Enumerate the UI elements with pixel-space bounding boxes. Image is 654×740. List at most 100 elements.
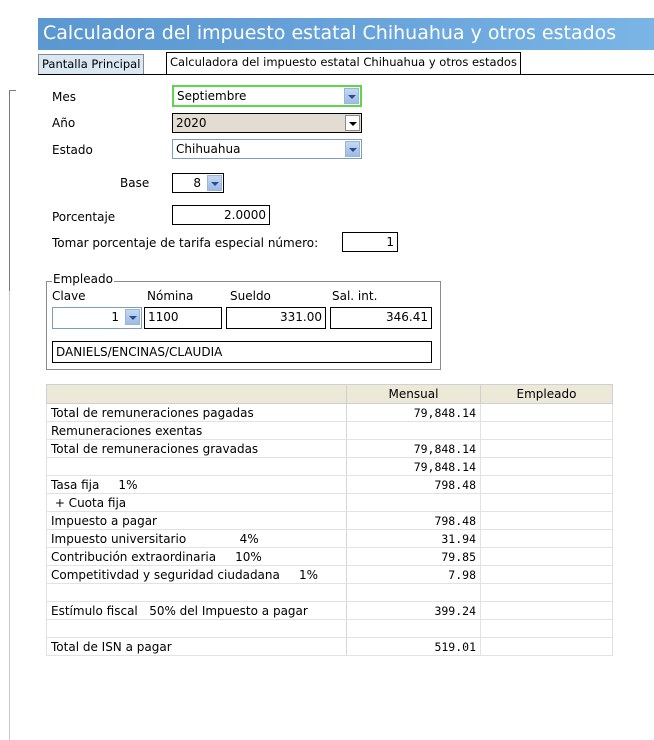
porcentaje-label: Porcentaje [52, 210, 116, 224]
grid-cell-concepto: Impuesto a pagar [46, 511, 347, 530]
porcentaje-input[interactable]: 2.0000 [172, 205, 270, 225]
table-row[interactable]: Impuesto a pagar 798.48 [46, 511, 613, 530]
grid-cell-concepto [46, 583, 347, 602]
tab-calculadora[interactable]: Calculadora del impuesto estatal Chihuah… [166, 52, 521, 74]
grid-cell-empleado [480, 457, 613, 476]
grid-cell-concepto [46, 457, 347, 476]
grid-cell-mensual: 79,848.14 [346, 403, 481, 422]
table-row[interactable]: Contribución extraordinaria 10% 79.85 [46, 547, 613, 566]
grid-cell-concepto: Competitivdad y seguridad ciudadana 1% [46, 565, 347, 584]
anio-value: 2020 [176, 116, 207, 130]
grid-cell-empleado [480, 529, 613, 548]
salint-label: Sal. int. [332, 289, 378, 303]
grid-cell-empleado [480, 475, 613, 494]
column-header-mensual: Mensual [346, 384, 481, 404]
tab-strip: Pantalla Principal Calculadora del impue… [38, 52, 654, 75]
grid-cell-mensual: 79.85 [346, 547, 481, 566]
table-row[interactable]: Total de remuneraciones gravadas 79,848.1… [46, 439, 613, 458]
table-row[interactable]: Estímulo fiscal 50% del Impuesto a pagar… [46, 601, 613, 620]
mes-dropdown[interactable]: Septiembre [172, 85, 362, 107]
tab-pantalla-principal[interactable]: Pantalla Principal [38, 54, 145, 74]
empleado-group-title: Empleado [52, 272, 114, 286]
sueldo-label: Sueldo [230, 289, 271, 303]
grid-cell-concepto [46, 619, 347, 638]
column-header-empleado: Empleado [480, 384, 613, 404]
grid-cell-mensual: 798.48 [346, 475, 481, 494]
grid-cell-concepto: Remuneraciones exentas [46, 421, 347, 440]
grid-cell-mensual: 79,848.14 [346, 457, 481, 476]
grid-cell-concepto: Tasa fija 1% [46, 475, 347, 494]
chevron-down-icon[interactable] [125, 309, 140, 325]
chevron-down-icon[interactable] [344, 88, 359, 104]
grid-cell-mensual [346, 421, 481, 440]
tarifa-input[interactable]: 1 [342, 232, 398, 252]
grid-cell-empleado [480, 619, 613, 638]
left-splitter [0, 0, 22, 740]
grid-cell-concepto: Total de remuneraciones gravadas [46, 439, 347, 458]
grid-cell-concepto: Contribución extraordinaria 10% [46, 547, 347, 566]
nomina-input[interactable]: 1100 [144, 307, 222, 329]
empleado-nombre: DANIELS/ENCINAS/CLAUDIA [52, 341, 432, 363]
base-value: 8 [193, 176, 201, 190]
nomina-label: Nómina [147, 289, 194, 303]
anio-dropdown[interactable]: 2020 [172, 113, 362, 133]
mes-value: Septiembre [177, 89, 247, 103]
grid-cell-mensual: 399.24 [346, 601, 481, 620]
grid-cell-empleado [480, 637, 613, 656]
chevron-down-icon[interactable] [345, 115, 360, 131]
grid-cell-empleado [480, 403, 613, 422]
grid-cell-empleado [480, 511, 613, 530]
table-row[interactable]: 79,848.14 [46, 457, 613, 476]
estado-value: Chihuahua [176, 142, 241, 156]
table-row[interactable]: Tasa fija 1% 798.48 [46, 475, 613, 494]
grid-cell-mensual [346, 583, 481, 602]
grid-cell-empleado [480, 439, 613, 458]
clave-value: 1 [111, 310, 119, 324]
salint-input[interactable]: 346.41 [330, 307, 432, 329]
table-row[interactable] [46, 583, 613, 602]
tarifa-label: Tomar porcentaje de tarifa especial núme… [52, 236, 319, 250]
grid-cell-empleado [480, 565, 613, 584]
grid-cell-concepto: Total de remuneraciones pagadas [46, 403, 347, 422]
table-row[interactable]: Competitivdad y seguridad ciudadana 1% 7.… [46, 565, 613, 584]
grid-cell-mensual: 31.94 [346, 529, 481, 548]
table-row[interactable]: + Cuota fija [46, 493, 613, 512]
base-dropdown[interactable]: 8 [172, 173, 224, 193]
grid-cell-empleado [480, 421, 613, 440]
clave-label: Clave [52, 289, 86, 303]
grid-cell-mensual: 7.98 [346, 565, 481, 584]
grid-cell-mensual [346, 493, 481, 512]
grid-cell-mensual: 79,848.14 [346, 439, 481, 458]
grid-cell-empleado [480, 601, 613, 620]
splitter-bracket [9, 90, 16, 291]
grid-cell-mensual: 798.48 [346, 511, 481, 530]
estado-label: Estado [52, 143, 93, 157]
grid-cell-concepto: + Cuota fija [46, 493, 347, 512]
table-row[interactable] [46, 619, 613, 638]
base-label: Base [120, 176, 150, 190]
calculation-grid: Mensual Empleado Total de remuneraciones… [46, 384, 613, 656]
window-title: Calculadora del impuesto estatal Chihuah… [38, 18, 654, 50]
table-row[interactable]: Total de remuneraciones pagadas 79,848.14 [46, 403, 613, 422]
chevron-down-icon[interactable] [207, 175, 222, 191]
chevron-down-icon[interactable] [345, 141, 360, 157]
table-row[interactable]: Remuneraciones exentas [46, 421, 613, 440]
grid-cell-empleado [480, 493, 613, 512]
clave-dropdown[interactable]: 1 [52, 307, 142, 329]
grid-cell-empleado [480, 547, 613, 566]
grid-cell-mensual: 519.01 [346, 637, 481, 656]
sueldo-input[interactable]: 331.00 [226, 307, 326, 329]
anio-label: Año [52, 116, 76, 130]
grid-cell-empleado [480, 583, 613, 602]
grid-cell-concepto: Estímulo fiscal 50% del Impuesto a pagar [46, 601, 347, 620]
estado-dropdown[interactable]: Chihuahua [172, 139, 362, 159]
mes-label: Mes [52, 90, 76, 104]
grid-cell-concepto: Impuesto universitario 4% [46, 529, 347, 548]
table-row[interactable]: Impuesto universitario 4% 31.94 [46, 529, 613, 548]
table-row[interactable]: Total de ISN a pagar 519.01 [46, 637, 613, 656]
grid-cell-concepto: Total de ISN a pagar [46, 637, 347, 656]
grid-cell-mensual [346, 619, 481, 638]
grid-header-row: Mensual Empleado [46, 384, 613, 404]
main-panel: Mes Septiembre Año 2020 Estado Chihuahua… [38, 75, 654, 740]
column-header-concepto [46, 384, 347, 404]
